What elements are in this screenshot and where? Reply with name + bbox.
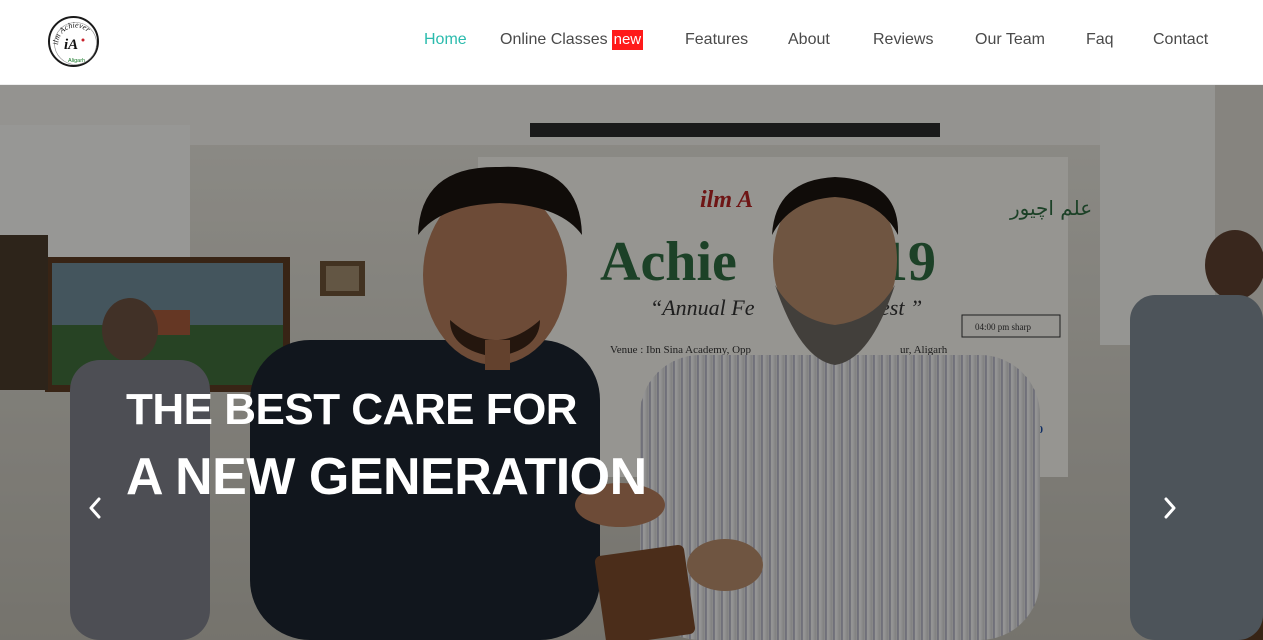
chevron-right-icon (1164, 497, 1176, 519)
hero-heading-line2: A NEW GENERATION (126, 448, 647, 506)
logo-subtext: Aligarh (68, 58, 85, 64)
nav-features[interactable]: Features (685, 30, 748, 50)
hero-overlay (0, 85, 1263, 640)
navbar: ilm Achiever iA Aligarh Home Online Clas… (0, 0, 1263, 85)
logo-monogram: iA (64, 37, 78, 53)
carousel-prev-button[interactable] (80, 490, 110, 526)
chevron-left-icon (89, 497, 101, 519)
nav-reviews[interactable]: Reviews (873, 30, 933, 50)
nav-faq[interactable]: Faq (1086, 30, 1114, 50)
nav-our-team[interactable]: Our Team (975, 30, 1045, 50)
site-logo[interactable]: ilm Achiever iA Aligarh (48, 16, 99, 67)
nav-contact[interactable]: Contact (1153, 30, 1208, 50)
logo-emblem-icon: ilm Achiever iA Aligarh (51, 20, 97, 65)
carousel-next-button[interactable] (1155, 490, 1185, 526)
nav-online-classes[interactable]: Online Classes new (500, 30, 644, 50)
nav-home[interactable]: Home (424, 30, 467, 50)
new-badge: new (611, 30, 644, 50)
nav-online-classes-label: Online Classes (500, 31, 608, 48)
hero-heading-line1: THE BEST CARE FOR (126, 385, 578, 434)
hero-carousel: Achie 19 “Annual Fe est ” ilm A Venue : … (0, 85, 1263, 640)
nav-about[interactable]: About (788, 30, 830, 50)
